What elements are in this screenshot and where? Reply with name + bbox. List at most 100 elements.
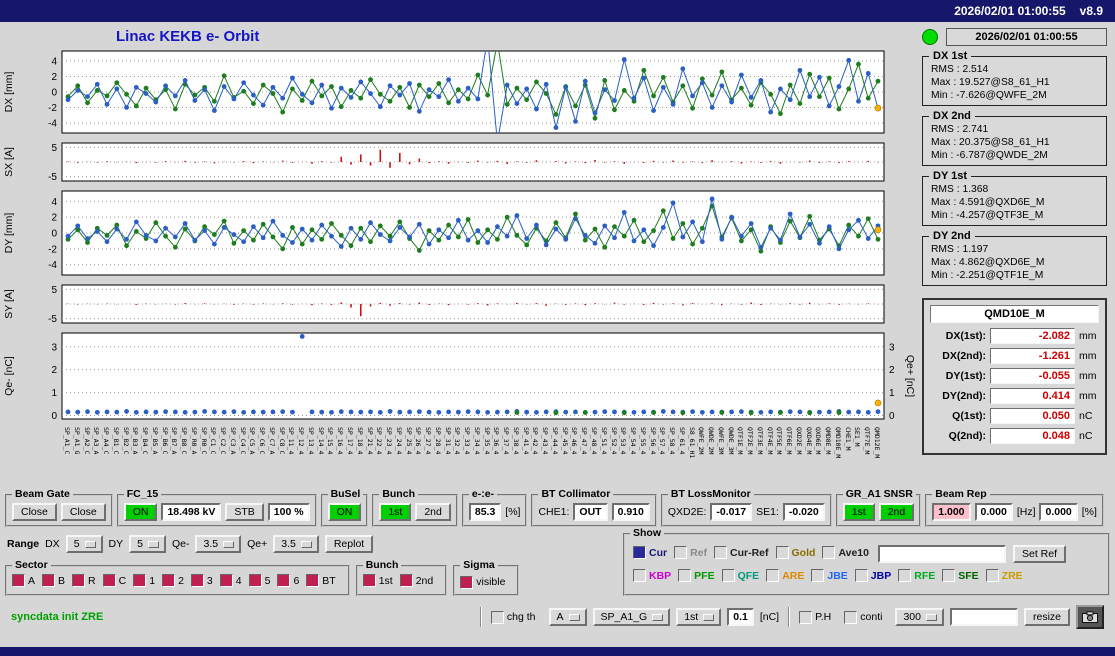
bunch-1st-button[interactable]: 1st xyxy=(379,503,412,521)
beam-gate-close1-button[interactable]: Close xyxy=(12,503,57,521)
show-toggle-sfe[interactable]: SFE xyxy=(942,569,979,582)
checkbox-label: 2nd xyxy=(415,574,434,587)
show-toggle-cur[interactable]: Cur xyxy=(633,546,667,559)
bunch-2nd-button[interactable]: 2nd xyxy=(415,503,451,521)
x-axis-label: SP_46_4 xyxy=(570,427,579,455)
x-axis-label: SP_12_4 xyxy=(297,427,306,455)
conti-label: conti xyxy=(860,611,883,623)
show-toggle-ref[interactable]: Ref xyxy=(674,546,707,559)
monitor-row-unit: nC xyxy=(1079,430,1093,442)
bunch-checkbox-2nd[interactable]: 2nd xyxy=(399,574,434,587)
monitor-row-label: DX(2nd): xyxy=(942,350,986,362)
beam-rep-hz-unit: [Hz] xyxy=(1016,506,1036,518)
sector-checkbox-4[interactable]: 4 xyxy=(219,574,242,587)
x-axis-label: SP_A1_C xyxy=(63,427,71,455)
x-axis-label: SP_B5_A xyxy=(150,427,159,455)
checkbox-indicator xyxy=(678,569,692,582)
svg-text:-4: -4 xyxy=(48,260,57,271)
stat-line: Min : -2.251@QTF1E_M xyxy=(931,270,1044,281)
sector-checkbox-5[interactable]: 5 xyxy=(248,574,270,587)
monitor-row: DX(2nd): -1.261 mm xyxy=(930,348,1099,364)
ph-checkbox[interactable]: P.H xyxy=(799,610,831,624)
show-toggle-pfe[interactable]: PFE xyxy=(678,569,715,582)
x-axis-label: SP_A3_A xyxy=(92,427,101,455)
sector-checkbox-3[interactable]: 3 xyxy=(190,574,213,587)
x-axis-label: SP_31_4 xyxy=(443,427,452,455)
screenshot-button[interactable] xyxy=(1076,605,1104,629)
stat-line: RMS : 1.368 xyxy=(931,184,989,195)
show-toggle-qfe[interactable]: QFE xyxy=(721,569,759,582)
stat-line: RMS : 1.197 xyxy=(931,244,989,255)
sector-checkbox-c[interactable]: C xyxy=(102,574,126,587)
x-axis-label: CHE1_M xyxy=(843,427,852,451)
show-toggle-jbe[interactable]: JBE xyxy=(811,569,848,582)
busel-on-button[interactable]: ON xyxy=(327,503,362,521)
fc15-stb-button[interactable]: STB xyxy=(225,503,264,521)
setref-entry[interactable] xyxy=(878,545,1006,563)
monitor-row-unit: nC xyxy=(1079,410,1093,422)
set-ref-button[interactable]: Set Ref xyxy=(1013,545,1067,563)
sector-checkbox-6[interactable]: 6 xyxy=(277,574,299,587)
stat-box-dx1: DX 1st RMS : 2.514 Max : 19.527@S8_61_H1 Mi… xyxy=(922,50,1107,106)
plot-sy: 5 -5 SY [A] xyxy=(3,284,885,325)
svg-text:DX [mm]: DX [mm] xyxy=(3,72,15,113)
show-toggle-gold[interactable]: Gold xyxy=(775,546,815,559)
ee-ratio-frame: e-:e- 85.3 [%] xyxy=(461,488,528,527)
beam-rep-label: Beam Rep xyxy=(932,488,990,500)
x-axis-label: SP_36_4 xyxy=(492,427,501,455)
checkbox-indicator xyxy=(306,574,320,587)
separator xyxy=(479,607,482,627)
replot-button[interactable]: Replot xyxy=(324,535,374,553)
sector-checkbox-bt[interactable]: BT xyxy=(306,574,336,587)
range-qep-select[interactable]: 3.5 xyxy=(273,535,319,553)
sector-checkbox-a[interactable]: A xyxy=(12,574,35,587)
show-toggle-rfe[interactable]: RFE xyxy=(898,569,935,582)
range-qem-select[interactable]: 3.5 xyxy=(195,535,242,553)
resize-button[interactable]: resize xyxy=(1023,608,1070,626)
x-axis-label: SP_27_4 xyxy=(424,427,433,455)
gr-snsr-label: GR_A1 SNSR xyxy=(842,488,916,500)
sector-checkbox-r[interactable]: R xyxy=(72,574,96,587)
x-axis-label: QXD2E_M xyxy=(794,427,803,455)
interval-select[interactable]: 300 xyxy=(895,608,944,626)
show-toggle-are[interactable]: ARE xyxy=(766,569,804,582)
beam-gate-frame: Beam Gate Close Close xyxy=(5,488,113,527)
svg-text:Qe- [nC]: Qe- [nC] xyxy=(3,356,15,396)
x-axis-label: SP_18_4 xyxy=(355,427,364,455)
sector-checkbox-1[interactable]: 1 xyxy=(133,574,155,587)
sigma-visible-checkbox[interactable]: visible xyxy=(460,575,505,589)
range-dx-select[interactable]: 5 xyxy=(65,535,103,553)
beam-rep-frame: Beam Rep 1.000 0.000 [Hz] 0.000 [%] xyxy=(925,488,1104,527)
show-toggle-jbp[interactable]: JBP xyxy=(854,569,891,582)
beam-gate-close2-button[interactable]: Close xyxy=(60,503,106,521)
fc15-on-button[interactable]: ON xyxy=(123,503,158,521)
checkbox-label: BT xyxy=(322,574,336,587)
checkbox-indicator xyxy=(822,546,836,559)
x-axis-label: QMD8E_M xyxy=(824,427,833,455)
checkbox-indicator xyxy=(811,569,825,582)
sector-checkbox-2[interactable]: 2 xyxy=(162,574,184,587)
status-entry[interactable] xyxy=(949,608,1018,626)
show-toggle-cur-ref[interactable]: Cur-Ref xyxy=(714,546,769,559)
conti-checkbox[interactable]: conti xyxy=(844,610,883,624)
x-axis-label: SP_C1_C xyxy=(209,427,218,455)
plot-sx: 5 -5 SX [A] xyxy=(3,142,885,183)
x-axis-label: SP_B3_A xyxy=(131,427,140,455)
monitor-select[interactable]: SP_A1_G xyxy=(592,608,671,626)
show-toggle-ave10[interactable]: Ave10 xyxy=(822,546,869,559)
checkbox-label: B xyxy=(58,574,66,587)
chg-th-checkbox[interactable]: chg th xyxy=(490,610,536,624)
sector-select[interactable]: A xyxy=(548,608,587,626)
stat-box-title: DY 2nd xyxy=(929,230,975,242)
gr-snsr-2nd-button[interactable]: 2nd xyxy=(878,503,915,521)
show-toggle-kbp[interactable]: KBP xyxy=(633,569,671,582)
fc15-pct-display: 100 % xyxy=(267,503,310,521)
bunch-checkbox-1st[interactable]: 1st xyxy=(362,574,393,587)
range-dy-select[interactable]: 5 xyxy=(129,535,166,553)
beam-rep-pct-unit: [%] xyxy=(1081,506,1097,518)
gr-snsr-1st-button[interactable]: 1st xyxy=(842,503,875,521)
stat-box-title: DY 1st xyxy=(929,170,972,182)
show-toggle-zre[interactable]: ZRE xyxy=(985,569,1023,582)
sector-checkbox-b[interactable]: B xyxy=(42,574,65,587)
bunch-select[interactable]: 1st xyxy=(676,608,722,626)
